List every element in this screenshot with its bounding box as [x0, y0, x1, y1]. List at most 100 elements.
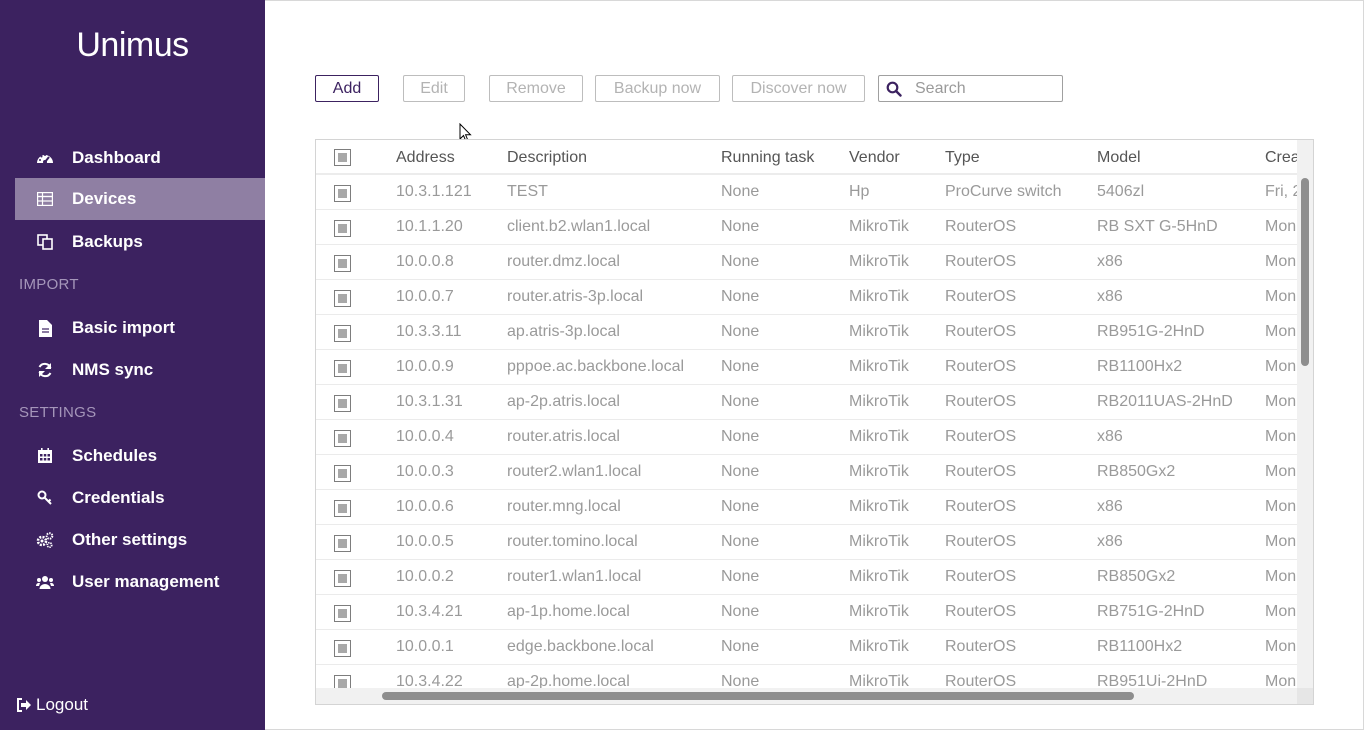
- section-settings: SETTINGS: [19, 404, 97, 421]
- row-checkbox[interactable]: [334, 325, 351, 342]
- table-row[interactable]: 10.0.0.2 router1.wlan1.local None MikroTik R…: [316, 560, 1297, 595]
- sidebar-item-backups[interactable]: Backups: [15, 221, 265, 263]
- column-header[interactable]: Description: [507, 149, 587, 167]
- column-header[interactable]: Crea: [1265, 149, 1297, 167]
- row-checkbox[interactable]: [334, 570, 351, 587]
- sidebar-item-label: NMS sync: [72, 360, 154, 379]
- column-header[interactable]: Address: [396, 149, 455, 167]
- table-cell: RouterOS: [945, 218, 1017, 235]
- table-cell: Mon: [1265, 288, 1297, 305]
- table-cell: None: [721, 568, 760, 585]
- table-row[interactable]: 10.1.1.20 client.b2.wlan1.local None MikroT…: [316, 210, 1297, 245]
- table-row[interactable]: 10.0.0.8 router.dmz.local None MikroTik Rout…: [316, 245, 1297, 280]
- vertical-scrollbar-thumb[interactable]: [1301, 178, 1309, 366]
- row-checkbox[interactable]: [334, 605, 351, 622]
- table-cell: Mon: [1265, 218, 1297, 235]
- search-box[interactable]: [878, 75, 1063, 102]
- sidebar-item-dashboard[interactable]: Dashboard: [15, 137, 265, 179]
- add-button[interactable]: Add: [315, 75, 379, 102]
- table-cell: 10.3.4.21: [396, 603, 463, 620]
- file-icon: [36, 319, 54, 337]
- table-cell: None: [721, 253, 760, 270]
- horizontal-scrollbar[interactable]: [316, 688, 1313, 704]
- row-checkbox[interactable]: [334, 675, 351, 688]
- row-checkbox[interactable]: [334, 360, 351, 377]
- row-checkbox[interactable]: [334, 185, 351, 202]
- row-checkbox[interactable]: [334, 465, 351, 482]
- table-row[interactable]: 10.3.3.11 ap.atris-3p.local None MikroTik Ro…: [316, 315, 1297, 350]
- table-cell: RouterOS: [945, 393, 1017, 410]
- table-cell: None: [721, 183, 760, 200]
- table-cell: 10.3.1.31: [396, 393, 463, 410]
- logout-icon: [16, 698, 32, 712]
- remove-button[interactable]: Remove: [489, 75, 583, 102]
- calendar-icon: [36, 447, 54, 465]
- row-checkbox[interactable]: [334, 535, 351, 552]
- table-cell: 10.3.1.121: [396, 183, 472, 200]
- sidebar-item-label: User management: [72, 572, 220, 591]
- app-logo: Unimus: [76, 26, 189, 64]
- sidebar-item-credentials[interactable]: Credentials: [15, 477, 265, 519]
- logout-link[interactable]: Logout: [16, 695, 88, 715]
- table-cell: edge.backbone.local: [507, 638, 654, 655]
- table-header: Address Description Running task Vendor Type…: [316, 140, 1297, 175]
- search-input[interactable]: [915, 78, 1055, 99]
- table-cell: Mon: [1265, 568, 1297, 585]
- sidebar-item-nms-sync[interactable]: NMS sync: [15, 349, 265, 391]
- table-cell: None: [721, 603, 760, 620]
- table-cell: 10.3.3.11: [396, 323, 462, 340]
- table-cell: 10.0.0.7: [396, 288, 454, 305]
- select-all-checkbox[interactable]: [334, 149, 351, 166]
- table-cell: RouterOS: [945, 638, 1017, 655]
- row-checkbox[interactable]: [334, 500, 351, 517]
- column-header[interactable]: Running task: [721, 149, 814, 167]
- row-checkbox[interactable]: [334, 395, 351, 412]
- table-cell: None: [721, 288, 760, 305]
- row-checkbox[interactable]: [334, 220, 351, 237]
- row-checkbox[interactable]: [334, 290, 351, 307]
- column-header[interactable]: Vendor: [849, 149, 900, 167]
- sidebar-item-label: Basic import: [72, 318, 175, 337]
- sidebar-item-schedules[interactable]: Schedules: [15, 435, 265, 477]
- table-cell: MikroTik: [849, 358, 909, 375]
- table-cell: None: [721, 393, 760, 410]
- table-cell: Mon: [1265, 253, 1297, 270]
- row-checkbox[interactable]: [334, 640, 351, 657]
- table-cell: x86: [1097, 253, 1123, 270]
- column-header[interactable]: Model: [1097, 149, 1141, 167]
- table-row[interactable]: 10.0.0.4 router.atris.local None MikroTik Ro…: [316, 420, 1297, 455]
- row-checkbox[interactable]: [334, 430, 351, 447]
- table-row[interactable]: 10.3.4.21 ap-1p.home.local None MikroTik Rou…: [316, 595, 1297, 630]
- sidebar-item-other-settings[interactable]: Other settings: [15, 519, 265, 561]
- table-cell: RouterOS: [945, 673, 1017, 688]
- vertical-scrollbar[interactable]: [1297, 140, 1313, 688]
- backup-now-button[interactable]: Backup now: [595, 75, 720, 102]
- edit-button[interactable]: Edit: [403, 75, 465, 102]
- table-row[interactable]: 10.0.0.1 edge.backbone.local None MikroTik R…: [316, 630, 1297, 665]
- column-header[interactable]: Type: [945, 149, 980, 167]
- table-row[interactable]: 10.3.4.22 ap-2p.home.local None MikroTik Rou…: [316, 665, 1297, 688]
- discover-now-button[interactable]: Discover now: [732, 75, 865, 102]
- table-row[interactable]: 10.3.1.121 TEST None Hp ProCurve switch 5406z…: [316, 175, 1297, 210]
- table-cell: None: [721, 323, 760, 340]
- table-cell: 10.0.0.2: [396, 568, 454, 585]
- sidebar-item-basic-import[interactable]: Basic import: [15, 307, 265, 349]
- table-row[interactable]: 10.0.0.5 router.tomino.local None MikroTik R…: [316, 525, 1297, 560]
- table-cell: RouterOS: [945, 498, 1017, 515]
- table-cell: Fri, 2: [1265, 183, 1297, 200]
- logout-label: Logout: [36, 695, 88, 714]
- table-row[interactable]: 10.0.0.6 router.mng.local None MikroTik Rout…: [316, 490, 1297, 525]
- table-row[interactable]: 10.0.0.3 router2.wlan1.local None MikroTik R…: [316, 455, 1297, 490]
- table-row[interactable]: 10.0.0.7 router.atris-3p.local None MikroTi…: [316, 280, 1297, 315]
- table-cell: MikroTik: [849, 323, 909, 340]
- table-cell: 10.0.0.1: [396, 638, 454, 655]
- copy-icon: [36, 233, 54, 251]
- horizontal-scrollbar-thumb[interactable]: [382, 692, 1134, 700]
- row-checkbox[interactable]: [334, 255, 351, 272]
- devices-table-body: Address Description Running task Vendor Type…: [316, 140, 1297, 688]
- table-cell: Hp: [849, 183, 870, 200]
- sidebar-item-devices[interactable]: Devices: [15, 178, 265, 220]
- table-row[interactable]: 10.0.0.9 pppoe.ac.backbone.local None Mikro…: [316, 350, 1297, 385]
- sidebar-item-user-management[interactable]: User management: [15, 561, 265, 603]
- table-row[interactable]: 10.3.1.31 ap-2p.atris.local None MikroTik Ro…: [316, 385, 1297, 420]
